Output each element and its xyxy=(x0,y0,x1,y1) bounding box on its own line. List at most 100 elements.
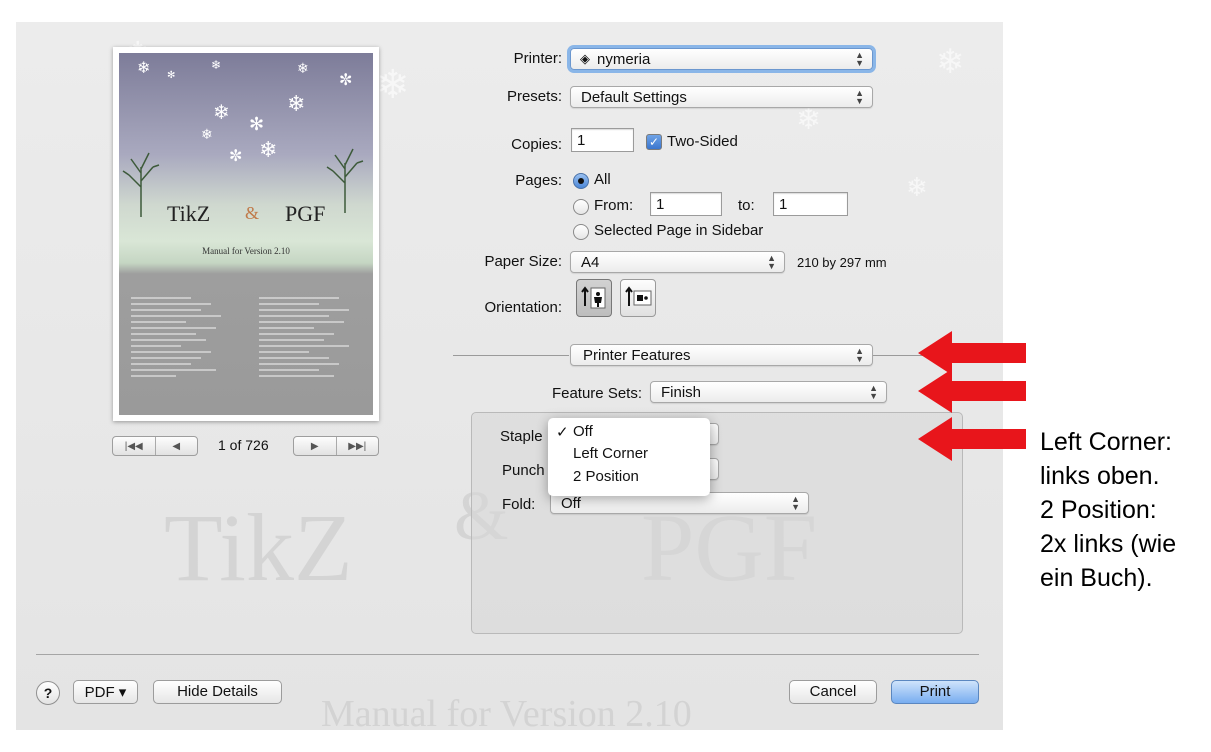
orientation-label: Orientation: xyxy=(484,299,562,316)
feature-options-panel xyxy=(471,412,963,634)
annotation-line: 2 Position: xyxy=(1040,496,1157,524)
annotation-arrow-feature-sets xyxy=(918,369,1026,413)
pages-all-radio[interactable] xyxy=(573,173,589,189)
landscape-icon xyxy=(625,286,652,306)
cover-title-pgf: PGF xyxy=(285,201,326,226)
pages-to-field[interactable]: 1 xyxy=(773,192,848,216)
menu-item-2-position[interactable]: 2 Position xyxy=(548,467,710,489)
paper-dimensions: 210 by 297 mm xyxy=(797,255,887,270)
annotation-line: ein Buch). xyxy=(1040,564,1153,592)
background-snowflake: ❄ xyxy=(936,43,965,81)
annotation-arrow-staple xyxy=(918,417,1026,461)
cancel-button[interactable]: Cancel xyxy=(789,680,877,704)
last-page-icon[interactable]: ▶▶| xyxy=(335,437,379,455)
paper-size-select[interactable]: A4 ▲ ▼ xyxy=(570,251,785,273)
help-button[interactable]: ? xyxy=(36,681,60,705)
background-snowflake: ❄ xyxy=(906,172,928,202)
first-page-icon[interactable]: |◀◀ xyxy=(113,437,155,455)
copies-label: Copies: xyxy=(511,136,562,153)
popup-arrows-icon: ▲ ▼ xyxy=(855,50,864,68)
two-sided-label: Two-Sided xyxy=(667,133,738,150)
menu-item-left-corner[interactable]: Left Corner xyxy=(548,444,710,466)
feature-sets-label: Feature Sets: xyxy=(551,385,642,402)
annotation-line: links oben. xyxy=(1040,462,1160,490)
pages-sidebar-radio[interactable] xyxy=(573,224,589,240)
pdf-menu-button[interactable]: PDF ▾ xyxy=(73,680,138,704)
copies-field[interactable]: 1 xyxy=(571,128,634,152)
print-dialog: TikZ & PGF Manual for Version 2.10 ❄ ❄ ❄… xyxy=(16,22,1003,730)
cover-subtitle: Manual for Version 2.10 xyxy=(202,246,290,256)
snowflake-icon: ❄ xyxy=(213,102,230,124)
popup-arrows-icon: ▲ ▼ xyxy=(767,253,776,271)
popup-arrows-icon: ▲ ▼ xyxy=(855,346,864,364)
checkmark-icon: ✓ xyxy=(556,424,569,441)
portrait-icon xyxy=(581,286,606,309)
annotation-text: Left Corner: links oben. 2 Position: 2x … xyxy=(1040,425,1210,595)
preview-cover-image: ❄ ✻ ❄ ❄ ✼ ❄ ❄ ✻ ❄ ❄ ✼ TikZ & PGF Manual … xyxy=(119,53,373,415)
orientation-portrait-button[interactable] xyxy=(576,279,612,317)
pages-from-label: From: xyxy=(594,197,634,214)
two-sided-checkbox[interactable]: ✓ xyxy=(646,134,662,150)
feature-sets-select[interactable]: Finish ▲ ▼ xyxy=(650,381,887,403)
pages-all-label: All xyxy=(594,171,611,188)
menu-item-label: 2 Position xyxy=(573,468,639,485)
snowflake-icon: ❄ xyxy=(201,126,213,142)
pager-back-group: |◀◀ ◀ xyxy=(112,436,198,456)
cover-code-right xyxy=(259,293,359,381)
next-page-icon[interactable]: ▶ xyxy=(294,437,336,455)
orientation-landscape-button[interactable] xyxy=(620,279,656,317)
pages-to-label: to: xyxy=(738,197,755,214)
paper-size-value: A4 xyxy=(581,254,600,271)
printer-network-icon: ◈ xyxy=(580,51,590,66)
annotation-line: 2x links (wie xyxy=(1040,530,1177,558)
page-indicator: 1 of 726 xyxy=(218,437,269,453)
footer-separator xyxy=(36,654,979,655)
snowflake-icon: ❄ xyxy=(137,60,151,77)
presets-select[interactable]: Default Settings ▲ ▼ xyxy=(570,86,873,108)
popup-arrows-icon: ▲ ▼ xyxy=(855,88,864,106)
background-watermark-tikz: TikZ xyxy=(164,494,353,601)
pages-from-field[interactable]: 1 xyxy=(650,192,722,216)
section-value: Printer Features xyxy=(583,347,691,364)
hide-details-button[interactable]: Hide Details xyxy=(153,680,282,704)
page-preview[interactable]: ❄ ✻ ❄ ❄ ✼ ❄ ❄ ✻ ❄ ❄ ✼ TikZ & PGF Manual … xyxy=(113,47,379,421)
snowflake-icon: ✼ xyxy=(229,148,243,165)
cover-title-tikz: TikZ xyxy=(167,201,211,226)
pages-sidebar-label: Selected Page in Sidebar xyxy=(594,222,764,239)
presets-label: Presets: xyxy=(506,88,562,105)
snowflake-icon: ❄ xyxy=(259,137,278,162)
print-button[interactable]: Print xyxy=(891,680,979,704)
menu-item-label: Left Corner xyxy=(573,445,649,462)
section-select[interactable]: Printer Features ▲ ▼ xyxy=(570,344,873,366)
cover-title: TikZ & PGF xyxy=(119,201,373,241)
staple-dropdown-menu: ✓ Off Left Corner 2 Position xyxy=(548,418,710,496)
printer-select[interactable]: ◈ nymeria ▲ ▼ xyxy=(570,48,873,70)
punch-label: Punch xyxy=(502,462,545,479)
presets-value: Default Settings xyxy=(581,89,687,106)
previous-page-icon[interactable]: ◀ xyxy=(154,437,198,455)
popup-arrows-icon: ▲ ▼ xyxy=(791,494,800,512)
printer-label: Printer: xyxy=(513,50,562,67)
staple-label: Staple xyxy=(500,428,543,445)
section-separator-left xyxy=(453,355,569,356)
annotation-line: Left Corner: xyxy=(1040,428,1173,456)
pages-from-radio[interactable] xyxy=(573,199,589,215)
menu-item-off[interactable]: ✓ Off xyxy=(548,422,710,444)
cover-title-amp: & xyxy=(245,203,260,223)
snowflake-icon: ✼ xyxy=(339,72,353,89)
fold-value: Off xyxy=(561,495,581,512)
background-snowflake: ❄ xyxy=(376,63,410,107)
cover-code-left xyxy=(131,293,231,381)
snowflake-icon: ❄ xyxy=(287,91,306,116)
printer-value: nymeria xyxy=(597,51,651,68)
snowflake-icon: ✻ xyxy=(249,114,265,134)
menu-item-label: Off xyxy=(573,423,593,440)
paper-size-label: Paper Size: xyxy=(484,253,562,270)
snowflake-icon: ✻ xyxy=(167,70,176,81)
snowflake-icon: ❄ xyxy=(297,60,309,76)
pages-label: Pages: xyxy=(515,172,562,189)
feature-sets-value: Finish xyxy=(661,384,702,401)
preview-pager: |◀◀ ◀ 1 of 726 ▶ ▶▶| xyxy=(112,436,382,458)
fold-label: Fold: xyxy=(502,496,536,513)
snowflake-icon: ❄ xyxy=(211,58,222,72)
